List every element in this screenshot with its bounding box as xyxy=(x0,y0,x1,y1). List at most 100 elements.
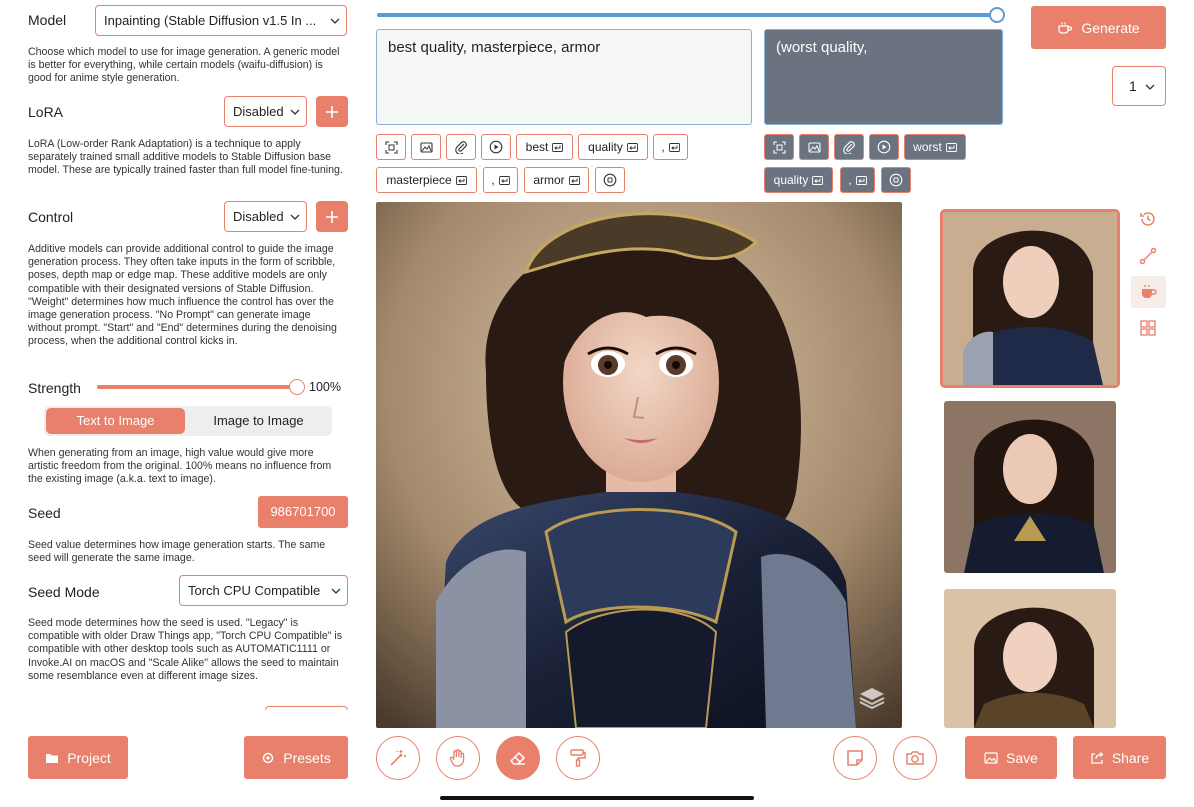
negative-stop-button[interactable] xyxy=(881,167,911,193)
negative-image-button[interactable] xyxy=(799,134,829,160)
plus-icon xyxy=(326,105,338,118)
project-button[interactable]: Project xyxy=(28,736,128,779)
seed-mode-description: Seed mode determines how the seed is use… xyxy=(28,617,343,682)
teacup-icon xyxy=(1141,285,1157,298)
model-label: Model xyxy=(28,12,67,28)
generated-image-canvas[interactable] xyxy=(376,202,902,728)
next-setting-control[interactable] xyxy=(265,706,348,710)
presets-button[interactable]: Presets xyxy=(244,736,348,779)
token-chip[interactable]: best xyxy=(516,134,573,160)
token-chip-label: quality xyxy=(588,140,623,154)
camera-tool[interactable] xyxy=(893,736,937,780)
plus-icon xyxy=(326,210,338,223)
paint-roller-tool[interactable] xyxy=(556,736,600,780)
control-select[interactable]: Disabled xyxy=(224,201,307,232)
play-button[interactable] xyxy=(481,134,511,160)
presets-button-label: Presets xyxy=(283,749,331,766)
strength-label: Strength xyxy=(28,380,81,396)
history-thumbnail[interactable] xyxy=(944,401,1116,573)
token-chip[interactable]: quality xyxy=(578,134,648,160)
batch-count-select[interactable]: 1 xyxy=(1112,66,1166,106)
play-icon xyxy=(489,140,503,154)
paperclip-icon xyxy=(454,140,467,154)
magic-wand-tool[interactable] xyxy=(376,736,420,780)
folder-icon xyxy=(46,753,59,763)
generate-button-label: Generate xyxy=(1081,19,1140,36)
play-icon xyxy=(877,140,891,154)
seed-value-button[interactable]: 986701700 xyxy=(258,496,348,528)
model-select[interactable]: Inpainting (Stable Diffusion v1.5 In ... xyxy=(95,5,347,36)
history-thumbnail-selected[interactable] xyxy=(940,209,1120,388)
seed-mode-select-value: Torch CPU Compatible xyxy=(188,583,321,598)
token-chip-label: , xyxy=(661,140,665,154)
control-select-value: Disabled xyxy=(233,209,284,224)
return-icon xyxy=(668,142,680,152)
home-indicator xyxy=(440,796,754,800)
negative-prompt-input[interactable]: (worst quality, xyxy=(764,29,1003,125)
seed-label: Seed xyxy=(28,505,61,521)
seed-description: Seed value determines how image generati… xyxy=(28,539,326,565)
history-button[interactable] xyxy=(1137,208,1159,230)
crop-select-button[interactable] xyxy=(376,134,406,160)
return-icon xyxy=(552,142,564,152)
token-chip[interactable]: , xyxy=(653,134,688,160)
token-chip-label: quality xyxy=(773,173,809,187)
negative-crop-select-button[interactable] xyxy=(764,134,794,160)
control-description: Additive models can provide additional c… xyxy=(28,243,337,348)
lora-select[interactable]: Disabled xyxy=(224,96,307,127)
progress-handle[interactable] xyxy=(989,7,1005,23)
history-thumbnail[interactable] xyxy=(944,589,1116,728)
token-chip[interactable]: , xyxy=(483,167,518,193)
strength-slider-fill xyxy=(97,385,297,389)
token-chip[interactable]: masterpiece xyxy=(376,167,477,193)
strength-slider-handle[interactable] xyxy=(289,379,305,395)
curve-button[interactable] xyxy=(1137,245,1159,267)
grid-button[interactable] xyxy=(1137,317,1159,339)
strength-description: When generating from an image, high valu… xyxy=(28,447,332,486)
stop-icon xyxy=(889,173,903,187)
sticky-note-icon xyxy=(847,750,863,766)
generation-mode-toggle: Text to Image Image to Image xyxy=(44,406,332,436)
seed-mode-select[interactable]: Torch CPU Compatible xyxy=(179,575,348,606)
negative-token-chip[interactable]: quality xyxy=(764,167,833,193)
negative-play-button[interactable] xyxy=(869,134,899,160)
attach-button[interactable] xyxy=(446,134,476,160)
portrait-image xyxy=(376,202,902,728)
stop-button[interactable] xyxy=(595,167,625,193)
layers-icon[interactable] xyxy=(858,684,886,712)
model-select-value: Inpainting (Stable Diffusion v1.5 In ... xyxy=(104,13,317,28)
sticky-note-tool[interactable] xyxy=(833,736,877,780)
add-lora-button[interactable] xyxy=(316,96,348,127)
text-to-image-tab[interactable]: Text to Image xyxy=(46,408,185,434)
teacup-button[interactable] xyxy=(1131,276,1166,308)
model-description: Choose which model to use for image gene… xyxy=(28,46,340,85)
strength-value: 100% xyxy=(309,380,341,394)
hand-tool[interactable] xyxy=(436,736,480,780)
chevron-down-icon xyxy=(331,588,341,594)
crop-select-icon xyxy=(772,140,786,154)
eraser-icon xyxy=(509,751,526,765)
return-icon xyxy=(945,142,957,152)
save-button[interactable]: Save xyxy=(965,736,1057,779)
progress-fill xyxy=(377,13,997,17)
negative-token-chip[interactable]: , xyxy=(840,167,875,193)
project-button-label: Project xyxy=(67,749,111,766)
eraser-tool[interactable] xyxy=(496,736,540,780)
share-button[interactable]: Share xyxy=(1073,736,1166,779)
share-button-label: Share xyxy=(1111,749,1150,766)
token-chip[interactable]: armor xyxy=(524,167,589,193)
token-chip-label: armor xyxy=(533,173,565,187)
positive-prompt-input[interactable]: best quality, masterpiece, armor xyxy=(376,29,752,125)
image-button[interactable] xyxy=(411,134,441,160)
chevron-down-icon xyxy=(290,214,300,220)
camera-icon xyxy=(906,751,924,765)
add-control-button[interactable] xyxy=(316,201,348,232)
generate-button[interactable]: Generate xyxy=(1031,6,1166,49)
negative-attach-button[interactable] xyxy=(834,134,864,160)
negative-token-chip[interactable]: worst xyxy=(904,134,966,160)
chevron-down-icon xyxy=(1145,84,1155,90)
image-to-image-tab[interactable]: Image to Image xyxy=(187,408,330,434)
gear-icon xyxy=(263,752,274,763)
save-button-label: Save xyxy=(1006,749,1038,766)
paperclip-icon xyxy=(842,140,855,154)
